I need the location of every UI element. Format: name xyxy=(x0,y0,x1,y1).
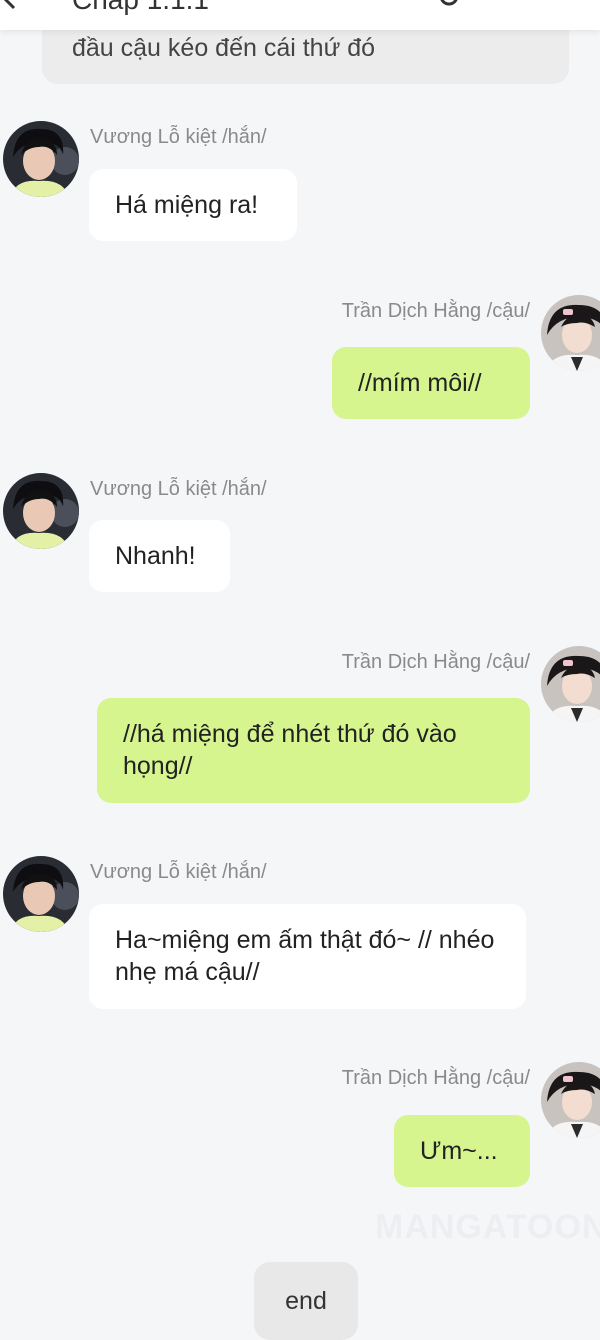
message-bubble: Há miệng ra! xyxy=(89,169,297,241)
sender-name: Vương Lỗ kiệt /hắn/ xyxy=(90,478,267,500)
sender-name: Trần Dịch Hằng /cậu/ xyxy=(341,651,530,673)
avatar-right[interactable] xyxy=(541,1062,600,1138)
sender-name: Trần Dịch Hằng /cậu/ xyxy=(341,300,530,322)
menu-list-icon[interactable] xyxy=(512,0,540,6)
avatar-right[interactable] xyxy=(541,646,600,722)
message-bubble: //há miệng để nhét thứ đó vào họng// xyxy=(97,698,530,803)
avatar-left[interactable] xyxy=(3,856,79,932)
sender-name: Trần Dịch Hằng /cậu/ xyxy=(341,1067,530,1089)
sender-name: Vương Lỗ kiệt /hắn/ xyxy=(90,126,267,148)
message-bubble: //mím môi// xyxy=(332,347,530,419)
gear-icon[interactable] xyxy=(436,0,462,10)
end-button[interactable]: end xyxy=(254,1262,358,1340)
avatar-left[interactable] xyxy=(3,121,79,197)
message-bubble: Ưm~... xyxy=(394,1115,530,1187)
avatar-right[interactable] xyxy=(541,295,600,371)
message-bubble: Nhanh! xyxy=(89,520,230,592)
watermark-logo: MANGATOON xyxy=(375,1208,600,1246)
chapter-title: Chap 1.1.1 xyxy=(72,0,209,16)
sender-name: Vương Lỗ kiệt /hắn/ xyxy=(90,861,267,883)
top-bar: Chap 1.1.1 xyxy=(0,0,600,30)
previous-message-text: đầu cậu kéo đến cái thứ đó xyxy=(72,34,376,62)
message-bubble: Ha~miệng em ấm thật đó~ // nhéo nhẹ má c… xyxy=(89,904,526,1009)
chevron-left-icon[interactable] xyxy=(0,0,20,10)
avatar-left[interactable] xyxy=(3,473,79,549)
